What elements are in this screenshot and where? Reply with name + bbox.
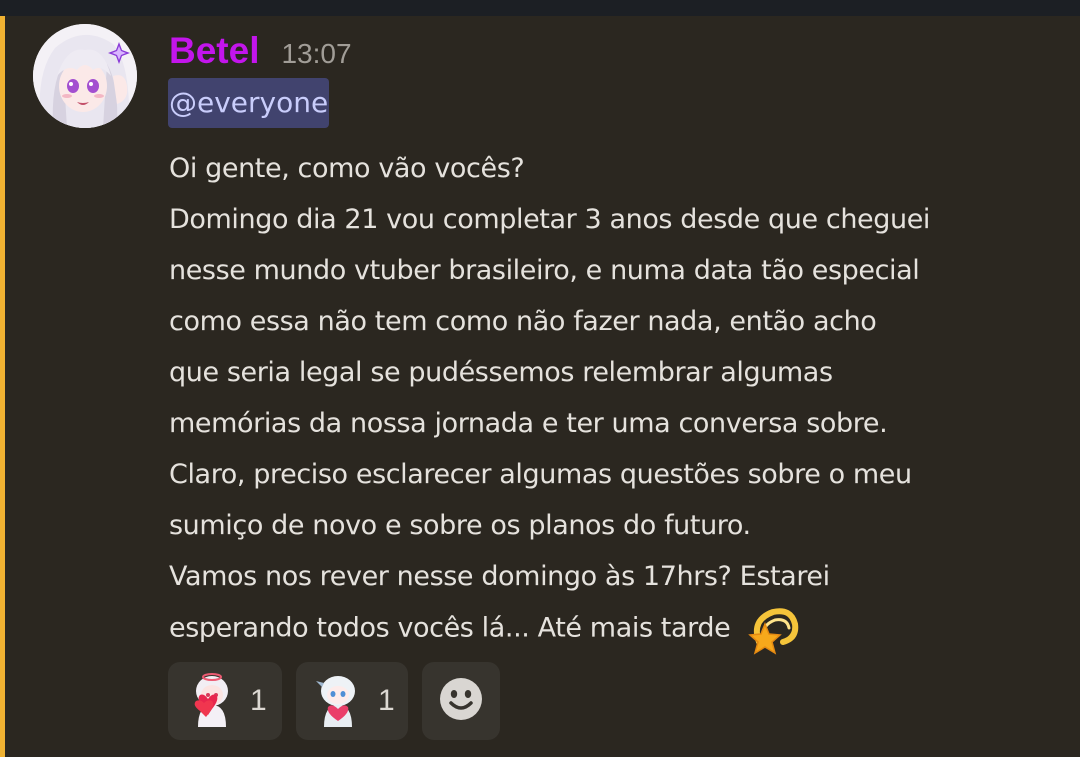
dizzy-star-emoji <box>745 602 799 656</box>
chibi-heart-emoji <box>310 671 366 731</box>
chat-message[interactable]: Betel 13:07 @everyone Oi gente, como vão… <box>0 16 1080 757</box>
message-line: Vamos nos rever nesse domingo às 17hrs? … <box>169 561 830 592</box>
reaction-anime-girl-heart[interactable]: 1 <box>168 662 282 740</box>
message-line: que seria legal se pudéssemos relembrar … <box>169 357 833 388</box>
reaction-count: 1 <box>378 684 395 717</box>
message-line: Oi gente, como vão vocês? <box>169 153 525 184</box>
add-reaction-button[interactable] <box>422 662 500 740</box>
message-line: nesse mundo vtuber brasileiro, e numa da… <box>169 255 920 286</box>
anime-girl-heart-emoji <box>182 671 238 731</box>
timestamp[interactable]: 13:07 <box>281 38 351 70</box>
message-line: Claro, preciso esclarecer algumas questõ… <box>169 459 912 490</box>
top-bar <box>0 0 1080 16</box>
message-content: Oi gente, como vão vocês? Domingo dia 21… <box>169 143 1074 656</box>
message-line-text: esperando todos vocês lá... Até mais tar… <box>169 612 731 644</box>
add-reaction-smiley-icon <box>439 677 483 725</box>
username[interactable]: Betel <box>169 30 259 72</box>
reaction-chibi-heart[interactable]: 1 <box>296 662 408 740</box>
message-header: Betel 13:07 <box>169 30 352 72</box>
mention-highlight-bar <box>0 16 5 757</box>
message-line: Domingo dia 21 vou completar 3 anos desd… <box>169 204 931 235</box>
message-line-last: esperando todos vocês lá... Até mais tar… <box>169 602 1074 656</box>
avatar[interactable] <box>33 24 137 128</box>
reaction-count: 1 <box>250 684 267 717</box>
reactions-bar: 1 1 <box>168 662 500 740</box>
everyone-mention[interactable]: @everyone <box>168 78 330 128</box>
message-line: como essa não tem como não fazer nada, e… <box>169 306 877 337</box>
message-line: sumiço de novo e sobre os planos do futu… <box>169 510 751 541</box>
message-line: memórias da nossa jornada e ter uma conv… <box>169 408 888 439</box>
